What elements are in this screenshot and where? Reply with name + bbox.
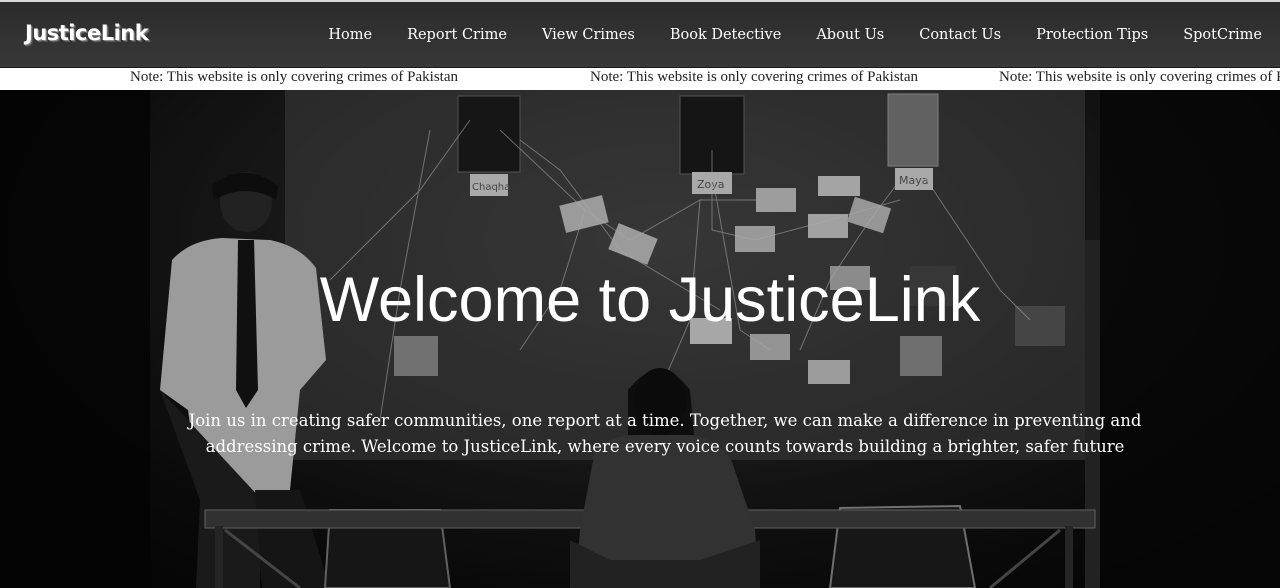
hero-section: Chaqha Zoya Maya Welcome to JusticeLink … [0, 90, 1280, 588]
hero-description: Join us in creating safer communities, o… [188, 411, 1142, 456]
nav-report-crime-link[interactable]: Report Crime [407, 27, 507, 43]
marquee-note: Note: This website is only covering crim… [999, 69, 1280, 85]
nav-spotcrime-link[interactable]: SpotCrime [1183, 27, 1262, 43]
nav-contact-us-link[interactable]: Contact Us [919, 27, 1001, 43]
hero-title: Welcome to JusticeLink [319, 265, 981, 335]
hero-background-image: Chaqha Zoya Maya [0, 90, 1280, 588]
nav-book-detective-link[interactable]: Book Detective [670, 27, 781, 43]
nav-protection-tips-link[interactable]: Protection Tips [1036, 27, 1148, 43]
notice-marquee: Note: This website is only covering crim… [0, 68, 1280, 90]
navbar: JusticeLink Home Report Crime View Crime… [0, 0, 1280, 68]
nav-home-link[interactable]: Home [328, 27, 372, 43]
nav-view-crimes-link[interactable]: View Crimes [542, 27, 635, 43]
nav-about-us-link[interactable]: About Us [816, 27, 884, 43]
nav-links: Home Report Crime View Crimes Book Detec… [293, 2, 1262, 68]
marquee-note: Note: This website is only covering crim… [590, 69, 919, 85]
site-logo[interactable]: JusticeLink [25, 21, 149, 45]
marquee-note: Note: This website is only covering crim… [130, 69, 459, 85]
